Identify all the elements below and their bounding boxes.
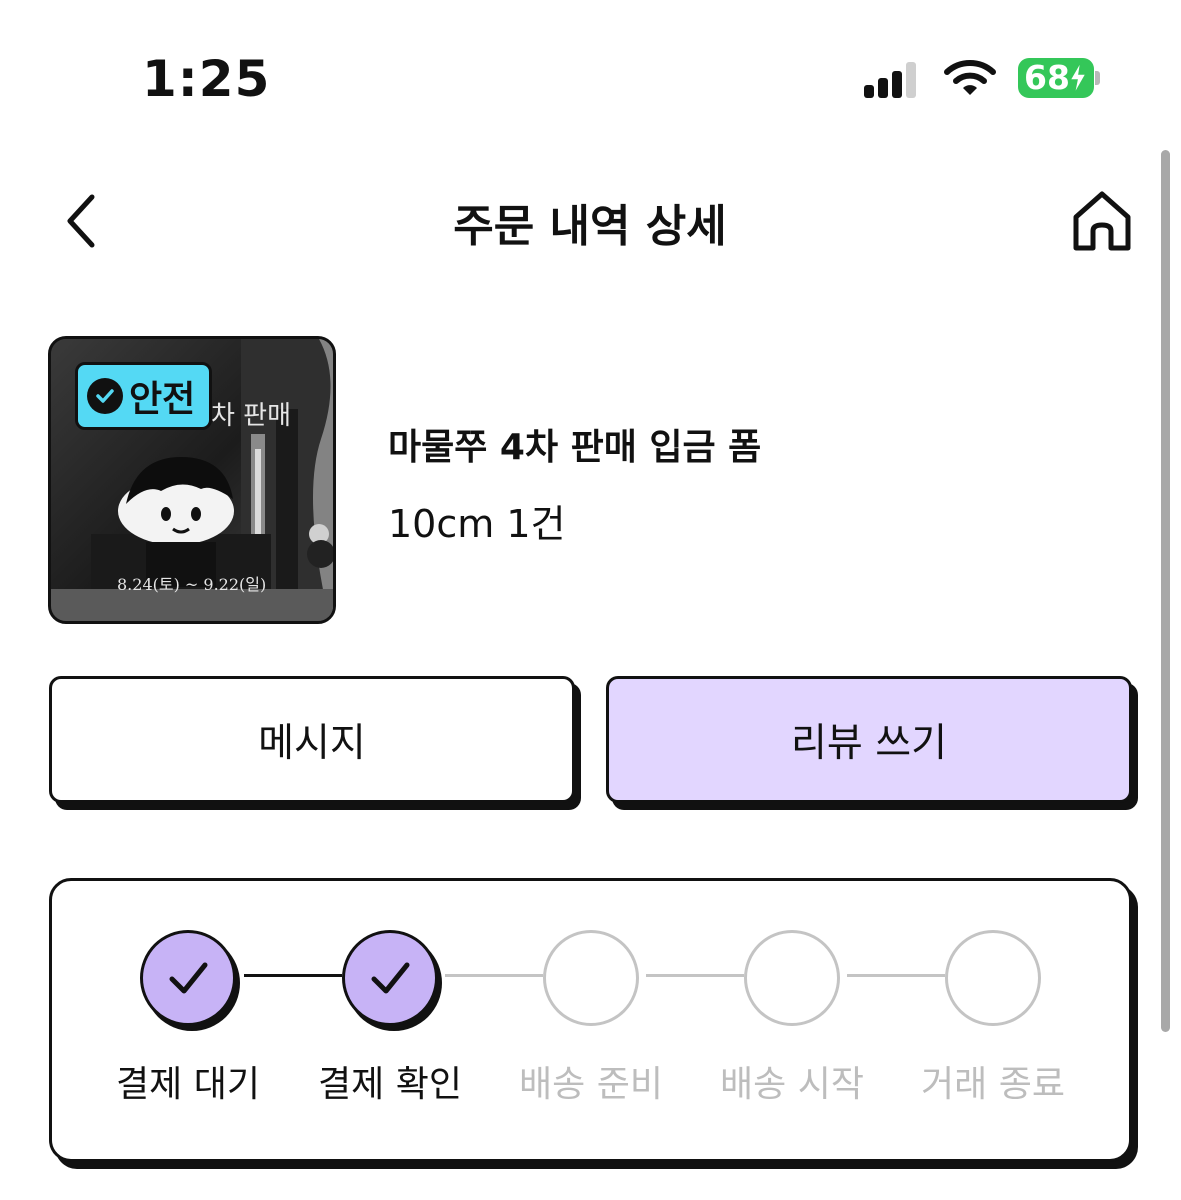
message-button[interactable]: 메시지: [49, 676, 575, 803]
check-icon: [371, 962, 410, 994]
step-circle-payment-confirmed: [342, 930, 438, 1026]
image-caption-dates: 8.24(토) ~ 9.22(일): [117, 575, 267, 594]
step-label-shipping-started: 배송 시작: [720, 1064, 864, 1105]
check-circle-icon: [87, 378, 123, 414]
safe-badge-label: 안전: [129, 379, 196, 420]
cellular-signal-icon: [864, 62, 924, 98]
image-caption-top: 차 판매: [211, 401, 292, 431]
status-time: 1:25: [142, 50, 271, 108]
safe-badge: 안전: [75, 362, 212, 430]
step-circle-payment-pending: [140, 930, 236, 1026]
home-icon: [1073, 191, 1131, 251]
check-icon: [169, 962, 208, 994]
step-label-transaction-complete: 거래 종료: [921, 1064, 1065, 1105]
back-button[interactable]: [52, 185, 112, 257]
step-label-payment-confirmed: 결제 확인: [318, 1064, 462, 1105]
battery-level: 68: [1024, 58, 1070, 97]
step-circle-shipping-started: [744, 930, 840, 1026]
chevron-left-icon: [67, 194, 95, 248]
step-label-preparing-shipment: 배송 준비: [519, 1064, 663, 1105]
step-connector: [445, 974, 543, 977]
step-connector: [847, 974, 945, 977]
charging-bolt-icon: [1068, 60, 1088, 96]
step-circle-transaction-complete: [945, 930, 1041, 1026]
scrollbar[interactable]: [1161, 150, 1170, 1032]
battery-cap: [1095, 71, 1100, 85]
write-review-button[interactable]: 리뷰 쓰기: [606, 676, 1132, 803]
product-title[interactable]: 마물쭈 4차 판매 입금 폼: [388, 418, 761, 470]
step-connector: [244, 974, 342, 977]
page-title: 주문 내역 상세: [453, 201, 727, 252]
step-circle-preparing-shipment: [543, 930, 639, 1026]
wifi-icon: [944, 60, 996, 95]
home-button[interactable]: [1066, 186, 1138, 256]
product-option: 10cm 1건: [388, 502, 566, 546]
step-label-payment-pending: 결제 대기: [116, 1064, 260, 1105]
step-connector: [646, 974, 744, 977]
